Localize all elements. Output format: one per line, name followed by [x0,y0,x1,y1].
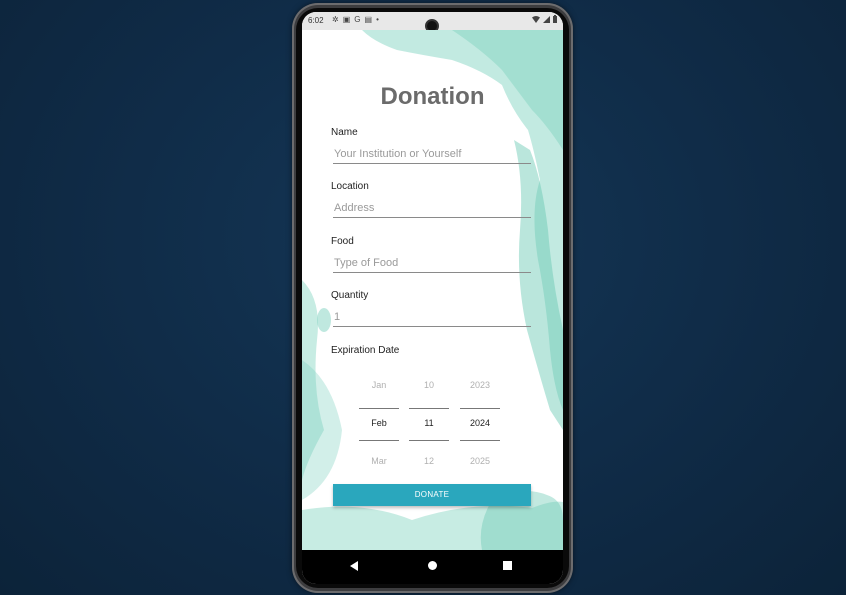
home-icon[interactable] [428,561,437,570]
month-selected[interactable]: Feb [359,418,399,428]
year-divider-bottom [460,440,500,441]
settings-icon: ✲ [332,15,339,24]
year-prev[interactable]: 2023 [460,380,500,390]
battery-icon [553,15,557,23]
calendar-icon: ▤ [364,15,373,24]
donate-button[interactable]: DONATE [333,484,531,506]
month-divider-top [359,408,399,409]
wifi-icon [532,15,540,23]
food-input[interactable]: Type of Food [333,255,531,273]
signal-icon [543,15,550,23]
quantity-input[interactable]: 1 [333,309,531,327]
name-input[interactable]: Your Institution or Yourself [333,146,531,164]
year-selected[interactable]: 2024 [460,418,500,428]
day-prev[interactable]: 10 [409,380,449,390]
year-divider-top [460,408,500,409]
google-icon: G [354,15,361,24]
day-selected[interactable]: 11 [409,418,449,428]
year-next[interactable]: 2025 [460,456,500,466]
location-label: Location [331,181,369,192]
dot-icon: • [376,15,379,24]
system-icons [532,15,557,23]
device-screen: 6:02 ✲ ▣ G ▤ • Donation Name Your Instit… [302,12,563,584]
month-prev[interactable]: Jan [359,380,399,390]
day-divider-bottom [409,440,449,441]
navigation-bar [302,550,563,584]
back-icon[interactable] [350,561,358,571]
screenshot-icon: ▣ [342,15,351,24]
quantity-label: Quantity [331,290,369,301]
notification-icons: ✲ ▣ G ▤ • [332,15,379,24]
location-input[interactable]: Address [333,200,531,218]
food-label: Food [331,236,354,247]
month-divider-bottom [359,440,399,441]
month-next[interactable]: Mar [359,456,399,466]
day-next[interactable]: 12 [409,456,449,466]
page-title: Donation [380,83,485,110]
status-time: 6:02 [308,16,324,25]
expiration-date-label: Expiration Date [331,345,400,356]
donation-screen: Donation Name Your Institution or Yourse… [302,30,563,550]
name-label: Name [331,127,358,138]
recent-apps-icon[interactable] [503,561,512,570]
day-divider-top [409,408,449,409]
